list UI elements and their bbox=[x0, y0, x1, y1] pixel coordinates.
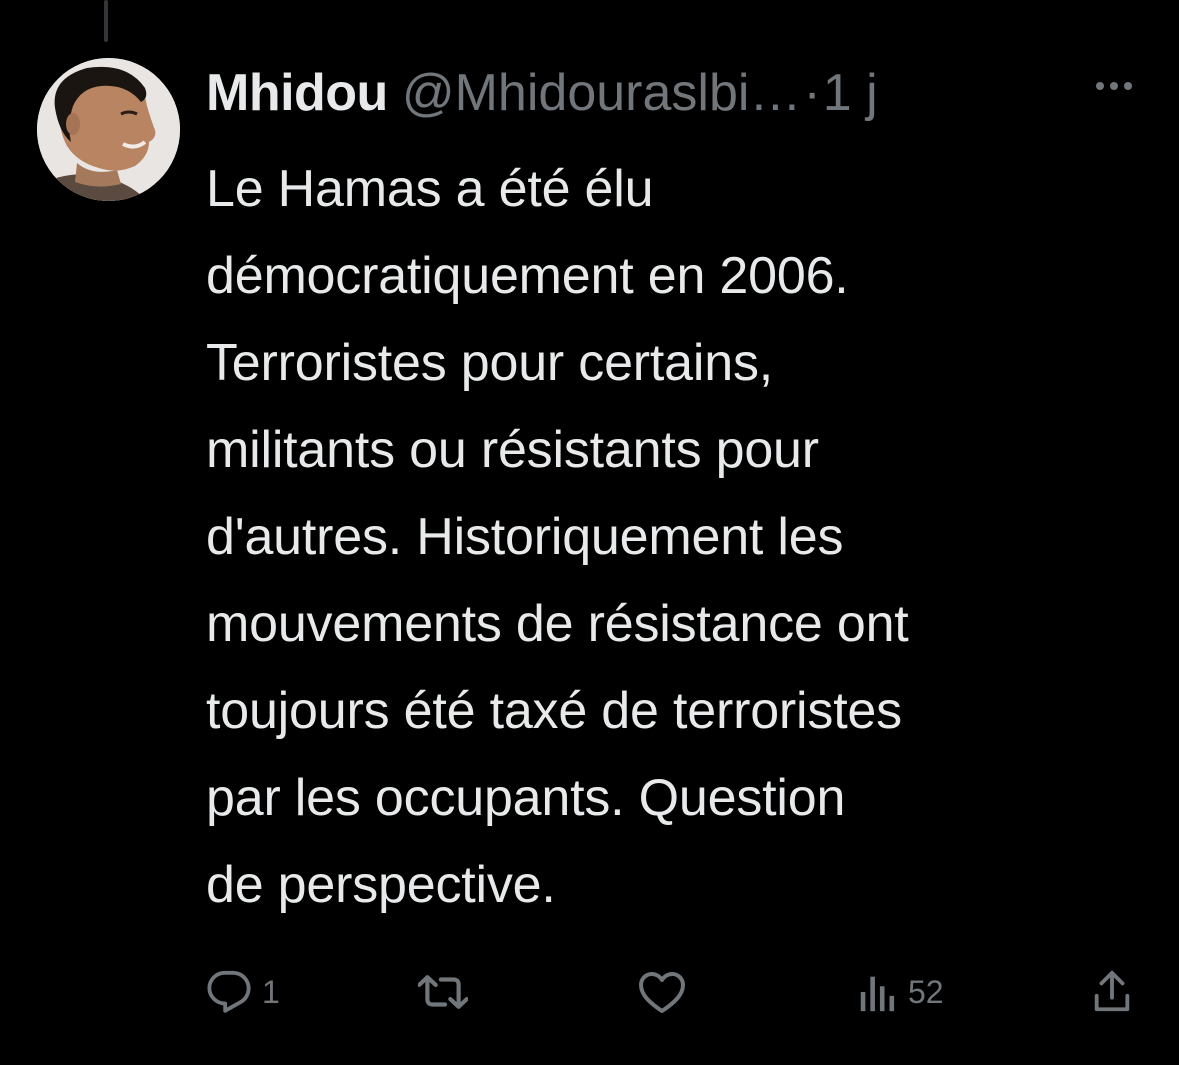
avatar[interactable] bbox=[37, 58, 180, 201]
views-count: 52 bbox=[908, 973, 944, 1010]
tweet-actions-bar: 1 52 bbox=[0, 962, 1179, 1022]
reply-count: 1 bbox=[262, 973, 280, 1010]
like-button[interactable] bbox=[638, 962, 686, 1022]
tweet-timestamp[interactable]: 1 j bbox=[823, 63, 878, 123]
retweet-icon bbox=[418, 975, 468, 1009]
share-icon bbox=[1094, 970, 1130, 1012]
tweet-text-line: de perspective. bbox=[206, 856, 556, 914]
tweet-text-line: démocratiquement en 2006. bbox=[206, 247, 849, 305]
tweet-header: Mhidou @Mhidouraslbi… · 1 j bbox=[206, 58, 878, 128]
separator-dot: · bbox=[803, 64, 821, 122]
share-button[interactable] bbox=[1092, 962, 1132, 1022]
views-button[interactable]: 52 bbox=[858, 962, 944, 1022]
tweet-text-line: Terroristes pour certains, bbox=[206, 334, 774, 392]
more-options-icon[interactable] bbox=[1092, 74, 1136, 98]
tweet-text-line: militants ou résistants pour bbox=[206, 421, 819, 479]
heart-icon bbox=[639, 972, 685, 1013]
author-handle[interactable]: @Mhidouraslbi… bbox=[402, 63, 802, 123]
tweet-text: Le Hamas a été élu démocratiquement en 2… bbox=[206, 146, 1156, 929]
tweet-text-line: par les occupants. Question bbox=[206, 769, 846, 827]
avatar-image bbox=[37, 58, 180, 201]
reply-button[interactable]: 1 bbox=[206, 962, 280, 1022]
tweet-text-line: mouvements de résistance ont bbox=[206, 595, 909, 653]
thread-connector-line bbox=[104, 0, 108, 42]
tweet-text-line: Le Hamas a été élu bbox=[206, 160, 654, 218]
tweet-text-line: toujours été taxé de terroristes bbox=[206, 682, 902, 740]
reply-icon bbox=[207, 970, 251, 1013]
retweet-button[interactable] bbox=[418, 962, 468, 1022]
views-chart-icon bbox=[860, 976, 895, 1012]
author-name[interactable]: Mhidou bbox=[206, 63, 388, 123]
tweet-text-line: d'autres. Historiquement les bbox=[206, 508, 844, 566]
